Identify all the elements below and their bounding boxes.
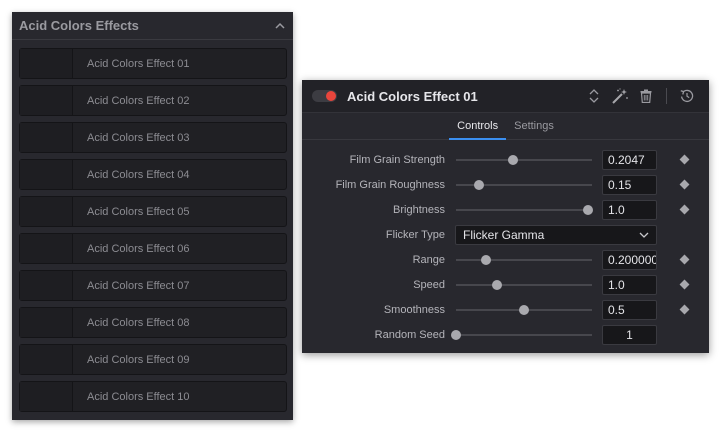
effect-thumbnail [20, 86, 73, 115]
slider-knob[interactable] [451, 330, 461, 340]
magic-wand-icon[interactable] [608, 86, 632, 106]
inspector-panel: Acid Colors Effect 01 Controls Settings … [302, 80, 709, 353]
effect-label: Acid Colors Effect 06 [87, 242, 190, 255]
effects-list: Acid Colors Effect 01 Acid Colors Effect… [12, 40, 293, 412]
control-label: Film Grain Strength [349, 154, 445, 166]
effect-thumbnail [20, 308, 73, 337]
control-label: Random Seed [374, 329, 445, 341]
header-divider [666, 88, 667, 104]
effect-thumbnail [20, 160, 73, 189]
reorder-arrows-icon[interactable] [582, 86, 606, 106]
random-seed-slider[interactable] [451, 330, 592, 340]
slider-knob[interactable] [519, 305, 529, 315]
effect-label: Acid Colors Effect 07 [87, 279, 190, 292]
smoothness-input[interactable]: 0.5 [602, 300, 657, 320]
keyframe-diamond-icon[interactable] [679, 179, 690, 190]
film-grain-roughness-slider[interactable] [456, 180, 592, 190]
trash-icon[interactable] [634, 86, 658, 106]
tab-controls[interactable]: Controls [449, 113, 507, 140]
toggle-indicator [326, 91, 336, 101]
control-row: Speed 1.0 [302, 275, 709, 295]
flicker-type-dropdown[interactable]: Flicker Gamma [455, 225, 657, 245]
effect-item[interactable]: Acid Colors Effect 05 [19, 196, 287, 227]
control-row: Brightness 1.0 [302, 200, 709, 220]
range-input[interactable]: 0.200000 [602, 250, 657, 270]
effect-label: Acid Colors Effect 10 [87, 390, 190, 403]
speed-slider[interactable] [456, 280, 592, 290]
effect-label: Acid Colors Effect 08 [87, 316, 190, 329]
control-label: Smoothness [383, 304, 445, 316]
control-label: Film Grain Roughness [335, 179, 445, 191]
brightness-slider[interactable] [456, 205, 593, 215]
effect-item[interactable]: Acid Colors Effect 09 [19, 344, 287, 375]
slider-knob[interactable] [508, 155, 519, 165]
effect-item[interactable]: Acid Colors Effect 06 [19, 233, 287, 264]
header-icons [582, 86, 699, 106]
control-label: Range [412, 254, 445, 266]
control-row: Film Grain Strength 0.2047 [302, 150, 709, 170]
effect-item[interactable]: Acid Colors Effect 08 [19, 307, 287, 338]
film-grain-strength-slider[interactable] [456, 155, 592, 165]
chevron-up-icon[interactable] [273, 19, 287, 33]
control-row: Random Seed 1 [302, 325, 709, 345]
control-row: Range 0.200000 [302, 250, 709, 270]
control-label: Brightness [393, 204, 445, 216]
control-label: Flicker Type [385, 229, 445, 241]
effect-item[interactable]: Acid Colors Effect 07 [19, 270, 287, 301]
reset-icon[interactable] [675, 86, 699, 106]
chevron-down-icon [639, 232, 649, 238]
effect-label: Acid Colors Effect 03 [87, 131, 190, 144]
slider-knob[interactable] [491, 280, 502, 290]
effect-thumbnail [20, 382, 73, 411]
inspector-title: Acid Colors Effect 01 [347, 88, 478, 104]
effect-item[interactable]: Acid Colors Effect 02 [19, 85, 287, 116]
brightness-input[interactable]: 1.0 [602, 200, 657, 220]
inspector-tabs: Controls Settings [302, 113, 709, 140]
tab-label: Settings [514, 120, 554, 132]
effect-item[interactable]: Acid Colors Effect 10 [19, 381, 287, 412]
smoothness-slider[interactable] [456, 305, 592, 315]
keyframe-diamond-icon[interactable] [679, 254, 690, 265]
effect-item[interactable]: Acid Colors Effect 04 [19, 159, 287, 190]
speed-input[interactable]: 1.0 [602, 275, 657, 295]
effect-thumbnail [20, 345, 73, 374]
keyframe-diamond-icon[interactable] [679, 154, 690, 165]
inspector-header: Acid Colors Effect 01 [302, 80, 709, 113]
effect-thumbnail [20, 49, 73, 78]
control-row: Film Grain Roughness 0.15 [302, 175, 709, 195]
effect-thumbnail [20, 123, 73, 152]
film-grain-roughness-input[interactable]: 0.15 [602, 175, 657, 195]
keyframe-diamond-icon[interactable] [679, 304, 690, 315]
effect-label: Acid Colors Effect 02 [87, 94, 190, 107]
effect-enable-toggle[interactable] [312, 90, 337, 102]
control-row: Smoothness 0.5 [302, 300, 709, 320]
control-label: Speed [413, 279, 445, 291]
random-seed-input[interactable]: 1 [602, 325, 657, 345]
effect-label: Acid Colors Effect 01 [87, 57, 190, 70]
range-slider[interactable] [456, 255, 592, 265]
control-row: Flicker Type Flicker Gamma [302, 225, 709, 245]
library-title: Acid Colors Effects [19, 18, 139, 33]
effect-label: Acid Colors Effect 04 [87, 168, 190, 181]
effect-item[interactable]: Acid Colors Effect 03 [19, 122, 287, 153]
effect-label: Acid Colors Effect 09 [87, 353, 190, 366]
keyframe-diamond-icon[interactable] [679, 204, 690, 215]
effect-thumbnail [20, 197, 73, 226]
slider-knob[interactable] [474, 180, 485, 190]
slider-knob[interactable] [582, 205, 593, 215]
effect-item[interactable]: Acid Colors Effect 01 [19, 48, 287, 79]
effects-library-panel: Acid Colors Effects Acid Colors Effect 0… [12, 12, 293, 420]
effect-label: Acid Colors Effect 05 [87, 205, 190, 218]
library-header[interactable]: Acid Colors Effects [12, 12, 293, 40]
effect-thumbnail [20, 271, 73, 300]
dropdown-value: Flicker Gamma [463, 228, 545, 242]
film-grain-strength-input[interactable]: 0.2047 [602, 150, 657, 170]
keyframe-diamond-icon[interactable] [679, 279, 690, 290]
slider-knob[interactable] [480, 255, 491, 265]
tab-settings[interactable]: Settings [506, 113, 562, 139]
tab-label: Controls [457, 120, 499, 132]
effect-thumbnail [20, 234, 73, 263]
